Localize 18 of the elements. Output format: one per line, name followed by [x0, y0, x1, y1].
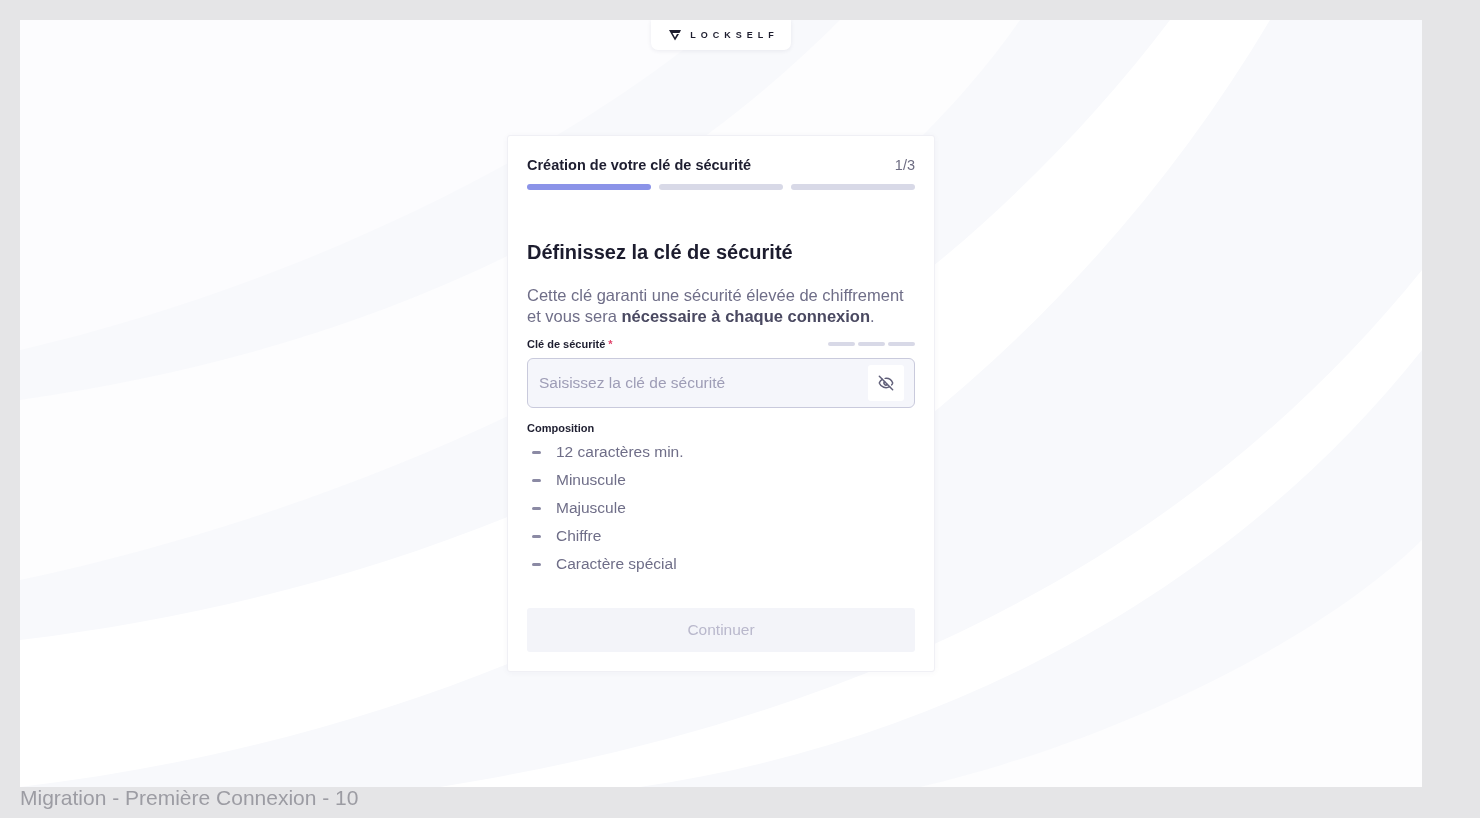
rule-text: Chiffre: [556, 527, 602, 545]
rule-text: 12 caractères min.: [556, 443, 684, 461]
composition-title: Composition: [527, 422, 596, 434]
required-asterisk: *: [608, 338, 613, 350]
field-label: Clé de sécurité: [527, 338, 606, 350]
description-text: Cette clé garanti une sécurité élevée de chiffrement et vous sera nécessaire à chaque connexion.: [527, 285, 905, 327]
logo-icon: [668, 29, 683, 41]
rule-text: Minuscule: [556, 471, 626, 489]
rule-text: Caractère spécial: [556, 555, 677, 573]
eye-slash-icon: [878, 375, 894, 391]
rule-text: Majuscule: [556, 499, 626, 517]
step-counter: 1/3: [894, 157, 915, 173]
logo-text: LOCKSELF: [690, 30, 779, 40]
show-password-button[interactable]: [868, 365, 904, 401]
card-title: Création de votre clé de sécurité: [527, 157, 752, 173]
form-heading: Définissez la clé de sécurité: [527, 240, 794, 264]
frame-label: Migration - Première Connexion - 10: [20, 787, 359, 809]
security-key-input[interactable]: Saisissez la clé de sécurité: [527, 358, 915, 408]
